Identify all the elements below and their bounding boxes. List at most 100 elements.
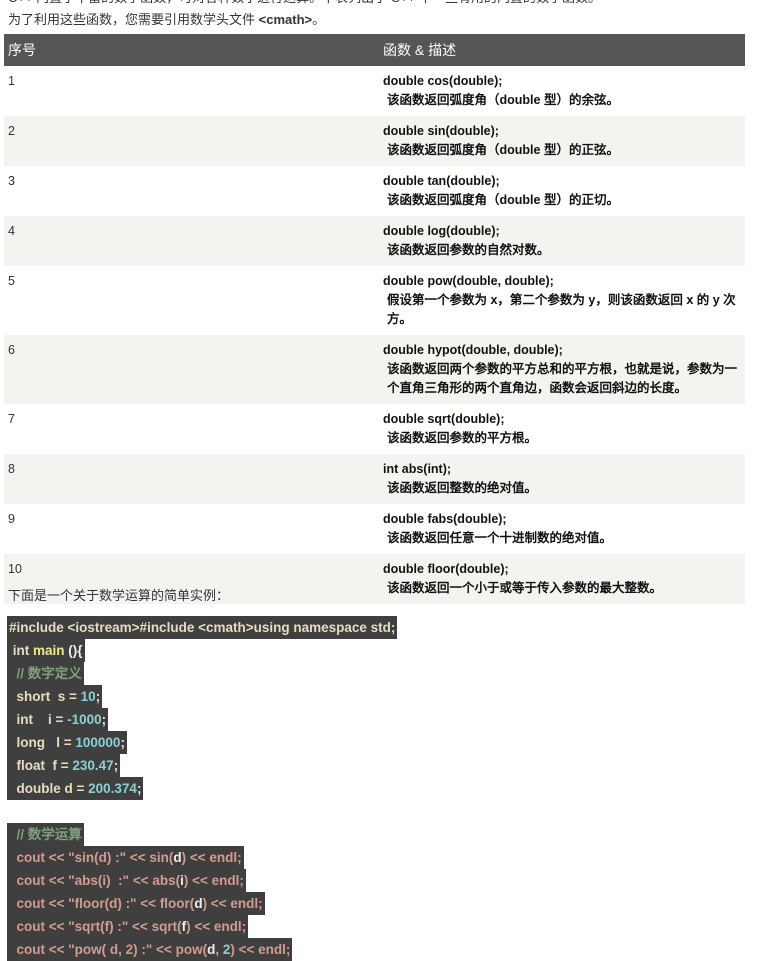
function-description: 该函数返回弧度角（double 型）的正切。 xyxy=(387,193,619,207)
function-signature: double sin(double); xyxy=(383,124,499,138)
function-signature: double cos(double); xyxy=(383,74,503,88)
function-signature: double hypot(double, double); xyxy=(383,343,563,357)
code-token: ) << endl; xyxy=(183,873,244,888)
code-include: #include <iostream>#include <cmath>using… xyxy=(9,620,396,635)
function-description: 该函数返回弧度角（double 型）的正弦。 xyxy=(387,143,619,157)
code-line: cout << "sqrt(f) :" << sqrt(f) << endl; xyxy=(7,915,249,938)
row-number: 2 xyxy=(4,116,379,166)
code-token: cout << "sqrt(f) :" << sqrt( xyxy=(9,919,182,934)
code-line: #include <iostream>#include <cmath>using… xyxy=(7,616,398,639)
function-description: 该函数返回参数的自然对数。 xyxy=(387,243,550,257)
code-token: 230.47 xyxy=(72,758,114,773)
table-row: 5 double pow(double, double); 假设第一个参数为 x，… xyxy=(4,266,745,335)
row-function-cell: int abs(int); 该函数返回整数的绝对值。 xyxy=(379,454,745,504)
code-line: int main (){ xyxy=(7,639,85,662)
code-token: ; xyxy=(95,689,101,704)
header-number: 序号 xyxy=(4,34,379,66)
code-token: ) << endl; xyxy=(186,919,247,934)
function-signature: int abs(int); xyxy=(383,462,452,476)
code-comment: // 数字定义 xyxy=(9,666,82,681)
code-token: ) << endl; xyxy=(181,850,242,865)
code-line: cout << "floor(d) :" << floor(d) << endl… xyxy=(7,892,265,915)
row-function-cell: double sin(double); 该函数返回弧度角（double 型）的正弦… xyxy=(379,116,745,166)
code-line: // 数字定义 xyxy=(7,662,84,685)
code-line: double d = 200.374; xyxy=(7,777,144,800)
row-number: 9 xyxy=(8,512,15,526)
table-row: 9 double fabs(double); 该函数返回任意一个十进制数的绝对值。 xyxy=(4,504,745,554)
code-token: ) << endl; xyxy=(202,896,263,911)
code-token: cout << "floor(d) :" << floor( xyxy=(9,896,195,911)
header-function: 函数 & 描述 xyxy=(379,34,745,66)
function-signature: double sqrt(double); xyxy=(383,412,505,426)
code-token: cout << "sin(d) :" << sin( xyxy=(9,850,174,865)
intro-suffix: 。 xyxy=(312,12,326,27)
code-token: ; xyxy=(101,712,107,727)
function-description: 该函数返回任意一个十进制数的绝对值。 xyxy=(387,531,613,545)
function-description: 该函数返回弧度角（double 型）的余弦。 xyxy=(387,93,619,107)
code-comment: // 数学运算 xyxy=(9,827,82,842)
math-functions-table: 序号 函数 & 描述 1 double cos(double); 该函数返回弧度角… xyxy=(4,34,745,604)
table-row: 4 double log(double); 该函数返回参数的自然对数。 xyxy=(4,216,745,266)
code-token: int i = xyxy=(9,712,68,727)
row-number: 8 xyxy=(4,454,379,504)
code-token: cout << "abs(i) :" << abs( xyxy=(9,873,181,888)
table-row: 7 double sqrt(double); 该函数返回参数的平方根。 xyxy=(4,404,745,454)
code-token: int xyxy=(9,643,33,658)
intro-text: C++ 内置了丰富的数学函数，可对各种数字进行运算。下表列出了 C++ 中一些有… xyxy=(8,0,601,8)
table-row: 1 double cos(double); 该函数返回弧度角（double 型）的… xyxy=(4,66,745,116)
function-signature: double fabs(double); xyxy=(383,512,507,526)
code-token: ; xyxy=(113,758,119,773)
code-line: cout << "sin(d) :" << sin(d) << endl; xyxy=(7,846,244,869)
code-token: 100000 xyxy=(75,735,121,750)
row-function-cell: double sqrt(double); 该函数返回参数的平方根。 xyxy=(379,404,745,454)
function-signature: double floor(double); xyxy=(383,562,509,576)
function-description: 该函数返回两个参数的平方总和的平方根，也就是说，参数为一个直角三角形的两个直角边… xyxy=(387,362,738,395)
code-token: , xyxy=(215,942,223,957)
code-token: float f = xyxy=(9,758,73,773)
code-line: long l = 100000; xyxy=(7,731,127,754)
row-number: 7 xyxy=(8,412,15,426)
row-function-cell: double log(double); 该函数返回参数的自然对数。 xyxy=(379,216,745,266)
code-token: 10 xyxy=(80,689,96,704)
intro-prefix: 为了利用这些函数，您需要引用数学头文件 xyxy=(8,12,259,27)
function-description: 该函数返回一个小于或等于传入参数的最大整数。 xyxy=(387,581,663,595)
code-token: -1000 xyxy=(67,712,102,727)
code-token: (){ xyxy=(64,643,83,658)
code-token: d xyxy=(194,896,203,911)
code-line: // 数学运算 xyxy=(7,823,84,846)
code-line: float f = 230.47; xyxy=(7,754,121,777)
row-function-cell: double pow(double, double); 假设第一个参数为 x，第二… xyxy=(379,266,745,335)
example-intro: 下面是一个关于数学运算的简单实例： xyxy=(8,588,230,603)
row-function-cell: double hypot(double, double); 该函数返回两个参数的平… xyxy=(379,335,745,404)
row-number: 4 xyxy=(4,216,379,266)
code-block: #include <iostream>#include <cmath>using… xyxy=(7,616,398,961)
code-line: cout << "pow( d, 2) :" << pow(d, 2) << e… xyxy=(7,938,293,961)
function-description: 假设第一个参数为 x，第二个参数为 y，则该函数返回 x 的 y 次方。 xyxy=(387,293,736,326)
row-number: 5 xyxy=(8,274,15,288)
code-token: cout << "pow( d, 2) :" << pow( xyxy=(9,942,208,957)
row-number: 6 xyxy=(4,335,379,404)
function-description: 该函数返回整数的绝对值。 xyxy=(387,481,538,495)
code-line: int i = -1000; xyxy=(7,708,109,731)
row-function-cell: double cos(double); 该函数返回弧度角（double 型）的余弦… xyxy=(379,66,745,116)
code-token: double d = xyxy=(9,781,89,796)
intro-cmath-text: 为了利用这些函数，您需要引用数学头文件 <cmath>。 xyxy=(8,10,325,30)
row-number: 3 xyxy=(8,174,15,188)
row-function-cell: double fabs(double); 该函数返回任意一个十进制数的绝对值。 xyxy=(379,504,745,554)
code-token: ; xyxy=(136,781,142,796)
table-row: 3 double tan(double); 该函数返回弧度角（double 型）的… xyxy=(4,166,745,216)
code-token: ; xyxy=(120,735,125,750)
row-function-cell: double floor(double); 该函数返回一个小于或等于传入参数的最大… xyxy=(379,554,745,604)
code-token: long l = xyxy=(9,735,76,750)
function-signature: double tan(double); xyxy=(383,174,500,188)
function-signature: double log(double); xyxy=(383,224,500,238)
row-function-cell: double tan(double); 该函数返回弧度角（double 型）的正切… xyxy=(379,166,745,216)
code-line: short s = 10; xyxy=(7,685,103,708)
code-token: short s = xyxy=(9,689,81,704)
function-description: 该函数返回参数的平方根。 xyxy=(387,431,538,445)
row-number: 1 xyxy=(8,74,15,88)
table-row: 2 double sin(double); 该函数返回弧度角（double 型）的… xyxy=(4,116,745,166)
code-line: cout << "abs(i) :" << abs(i) << endl; xyxy=(7,869,246,892)
code-token: ) << endl; xyxy=(230,942,291,957)
